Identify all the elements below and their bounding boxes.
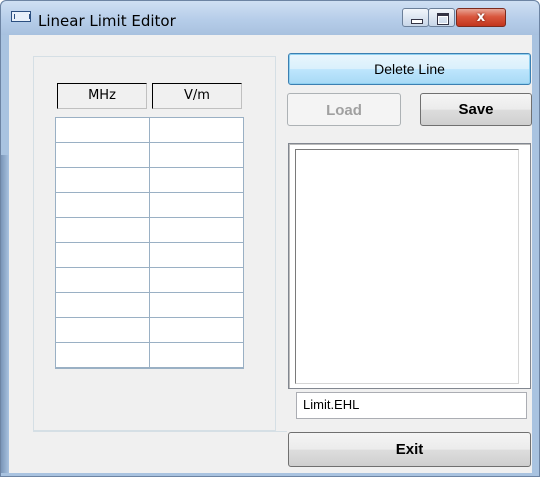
column-header-vm: V/m: [152, 83, 242, 109]
table-row: [56, 268, 243, 293]
cell-mhz[interactable]: [56, 143, 150, 168]
cell-mhz[interactable]: [56, 318, 150, 343]
cell-vm[interactable]: [150, 268, 243, 293]
app-icon: [11, 11, 31, 22]
minimize-icon: [411, 19, 423, 24]
table-row: [56, 168, 243, 193]
table-row: [56, 343, 243, 368]
cell-mhz[interactable]: [56, 168, 150, 193]
save-button[interactable]: Save: [420, 93, 532, 126]
cell-mhz[interactable]: [56, 343, 150, 368]
table-row: [56, 318, 243, 343]
table-row: [56, 143, 243, 168]
title-bar[interactable]: Linear Limit Editor x: [1, 1, 539, 35]
client-area: MHz V/m Delete Line Load Save Limit.EHL …: [9, 35, 532, 473]
exit-button[interactable]: Exit: [288, 432, 531, 467]
limit-grid: [55, 117, 244, 369]
file-list-area: [295, 149, 519, 384]
cell-vm[interactable]: [150, 193, 243, 218]
cell-vm[interactable]: [150, 118, 243, 143]
cell-mhz[interactable]: [56, 118, 150, 143]
linear-limit-editor-window: Linear Limit Editor x MHz V/m Delete Lin…: [0, 0, 540, 477]
maximize-icon: [437, 13, 449, 25]
table-row: [56, 193, 243, 218]
cell-vm[interactable]: [150, 218, 243, 243]
table-row: [56, 218, 243, 243]
file-listbox[interactable]: [288, 143, 531, 389]
table-row: [56, 243, 243, 268]
bottom-separator: [33, 431, 287, 432]
window-title: Linear Limit Editor: [38, 12, 176, 30]
cell-vm[interactable]: [150, 168, 243, 193]
close-button[interactable]: x: [456, 8, 506, 27]
cell-vm[interactable]: [150, 343, 243, 368]
cell-mhz[interactable]: [56, 193, 150, 218]
window-frame-edge: [1, 155, 9, 473]
delete-line-button[interactable]: Delete Line: [288, 53, 531, 85]
column-header-mhz: MHz: [57, 83, 147, 109]
cell-mhz[interactable]: [56, 218, 150, 243]
filename-field[interactable]: Limit.EHL: [296, 392, 527, 419]
cell-vm[interactable]: [150, 293, 243, 318]
cell-mhz[interactable]: [56, 243, 150, 268]
table-row: [56, 293, 243, 318]
cell-mhz[interactable]: [56, 293, 150, 318]
load-button[interactable]: Load: [287, 93, 401, 126]
cell-vm[interactable]: [150, 243, 243, 268]
cell-vm[interactable]: [150, 143, 243, 168]
cell-vm[interactable]: [150, 318, 243, 343]
minimize-button[interactable]: [402, 8, 429, 27]
cell-mhz[interactable]: [56, 268, 150, 293]
table-row: [56, 118, 243, 143]
close-icon: x: [476, 10, 486, 25]
maximize-button[interactable]: [428, 8, 455, 27]
